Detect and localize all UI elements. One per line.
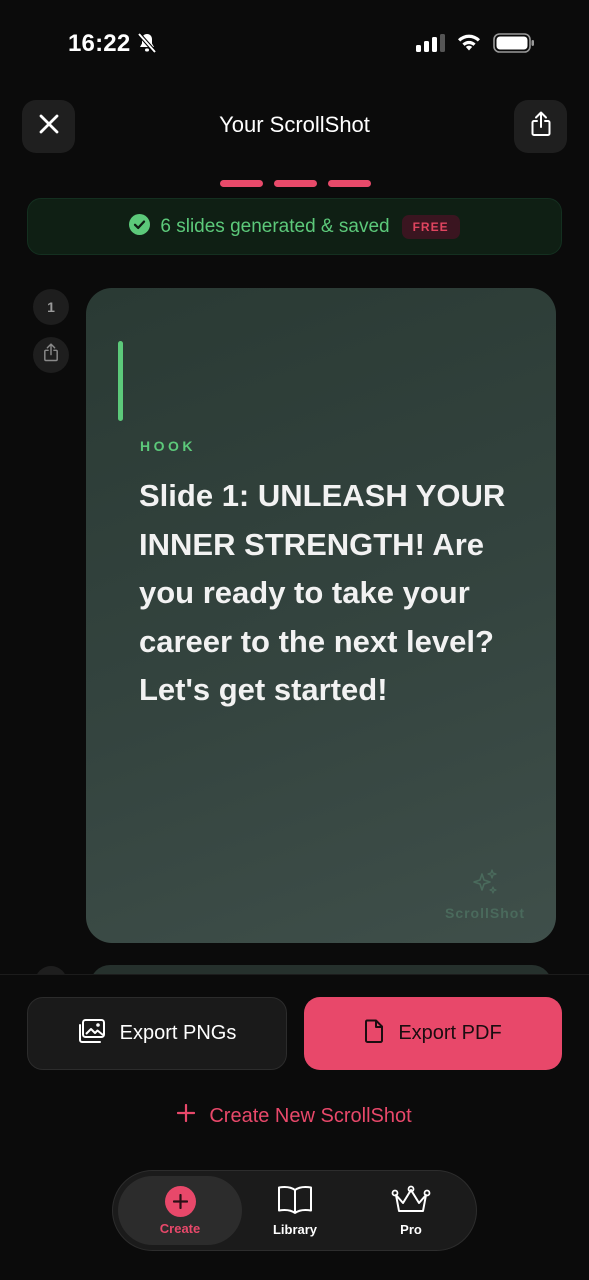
- step-indicator: [220, 180, 263, 187]
- slide-card[interactable]: HOOK Slide 1: UNLEASH YOUR INNER STRENGT…: [86, 288, 556, 943]
- step-indicator: [328, 180, 371, 187]
- brand-name: ScrollShot: [444, 905, 525, 921]
- page-title: Your ScrollShot: [219, 112, 370, 137]
- export-pdf-label: Export PDF: [398, 1022, 502, 1044]
- export-pngs-label: Export PNGs: [119, 1022, 237, 1044]
- step-indicator: [274, 180, 317, 187]
- slide-accent-bar: [118, 341, 123, 421]
- tab-bar: Create Library Pro: [112, 1170, 477, 1251]
- plus-icon: [177, 1103, 196, 1128]
- slide-text: Slide 1: UNLEASH YOUR INNER STRENGTH! Ar…: [139, 478, 506, 707]
- bell-muted-icon: [137, 32, 157, 59]
- battery-icon: [493, 33, 535, 58]
- share-icon: [43, 343, 59, 367]
- wifi-icon: [456, 32, 482, 57]
- create-new-link[interactable]: Create New ScrollShot: [0, 1103, 589, 1128]
- slide-number-badge: 1: [33, 289, 69, 325]
- banner-text: 6 slides generated & saved: [160, 215, 390, 237]
- share-icon: [530, 111, 552, 142]
- success-banner: 6 slides generated & saved FREE: [27, 198, 562, 255]
- book-icon: [277, 1185, 313, 1218]
- brand-watermark: ScrollShot: [441, 868, 529, 921]
- export-pdf-button[interactable]: Export PDF: [304, 997, 562, 1070]
- sparkles-icon: [470, 869, 500, 902]
- share-button[interactable]: [514, 100, 567, 153]
- step-progress: [220, 180, 371, 187]
- document-icon: [364, 1019, 384, 1049]
- plus-circle-icon: [164, 1185, 196, 1217]
- free-badge: FREE: [401, 214, 460, 239]
- create-new-label: Create New ScrollShot: [209, 1104, 412, 1127]
- check-circle-icon: [129, 213, 151, 240]
- cellular-signal-icon: [416, 34, 448, 57]
- slide-tag: HOOK: [140, 438, 196, 454]
- tab-library[interactable]: Library: [233, 1176, 357, 1245]
- status-bar: 16:22: [0, 0, 589, 88]
- tab-pro-label: Pro: [400, 1221, 422, 1237]
- tab-create[interactable]: Create: [118, 1176, 242, 1245]
- tab-library-label: Library: [272, 1221, 318, 1237]
- status-time: 16:22: [68, 30, 131, 57]
- tab-create-label: Create: [159, 1220, 201, 1236]
- crown-icon: [391, 1185, 431, 1218]
- export-pngs-button[interactable]: Export PNGs: [27, 997, 287, 1070]
- tab-pro[interactable]: Pro: [349, 1176, 473, 1245]
- slide-share-button[interactable]: [33, 337, 69, 373]
- images-icon: [78, 1018, 106, 1050]
